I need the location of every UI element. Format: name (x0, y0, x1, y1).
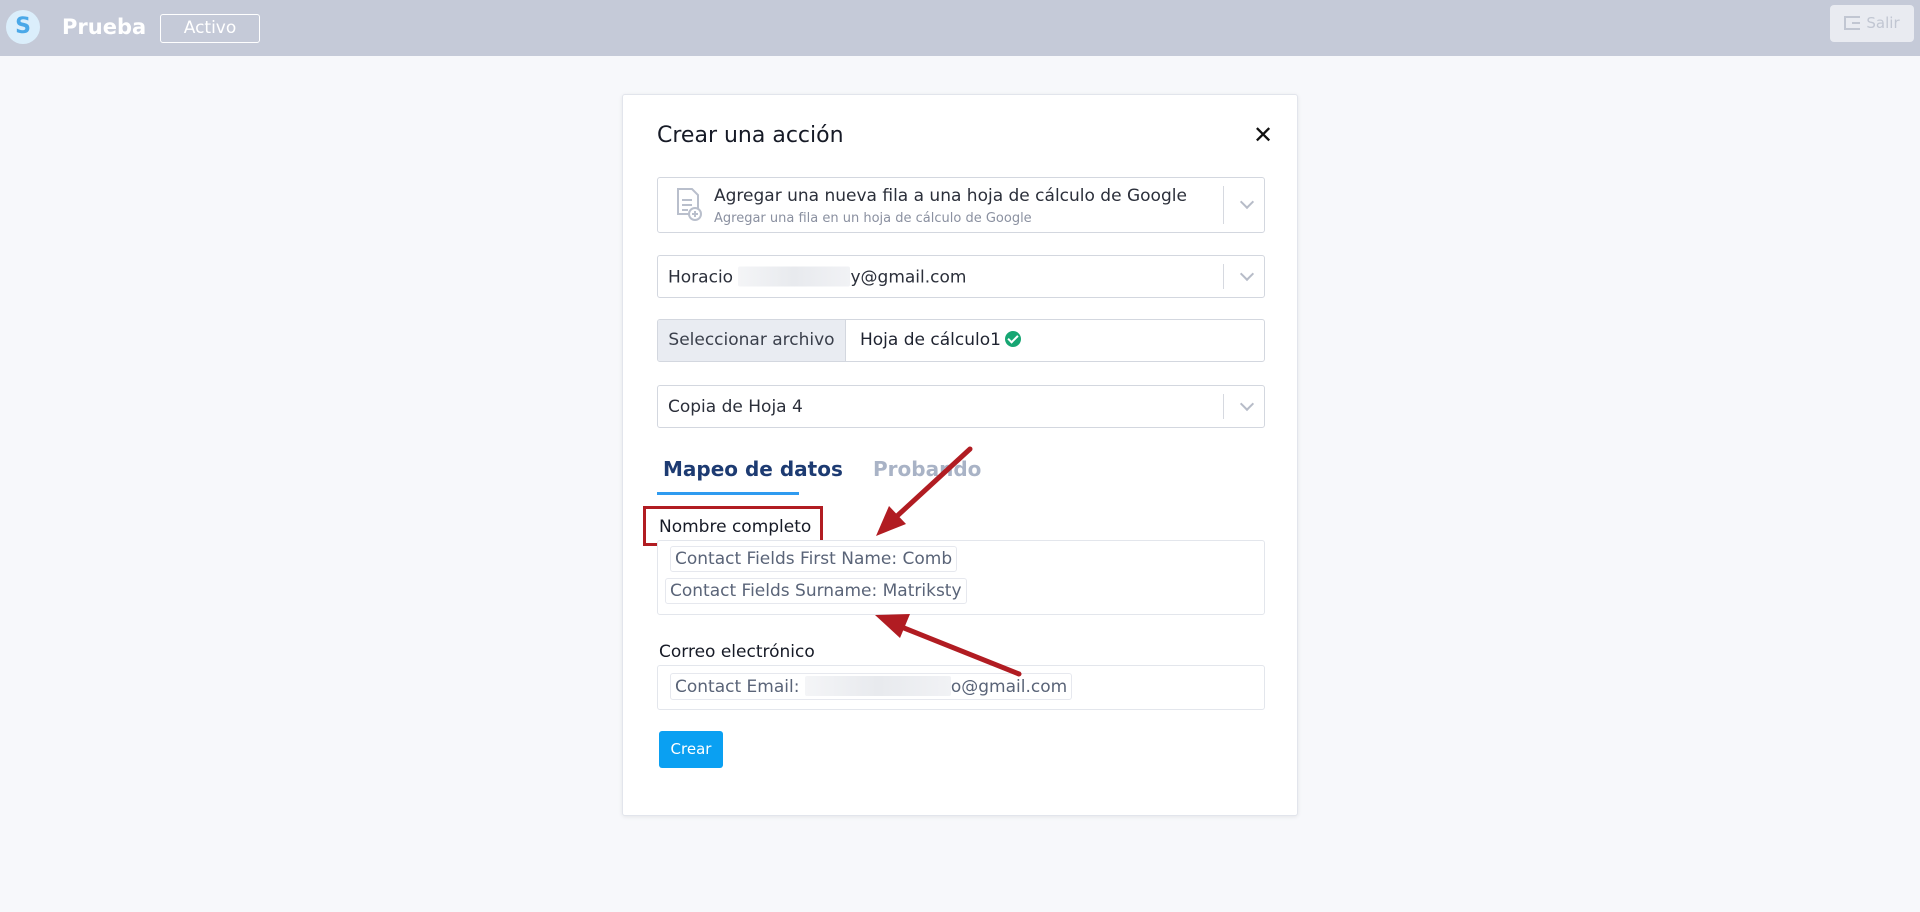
chevron-down-icon[interactable] (1239, 396, 1255, 411)
tab-active-indicator (657, 492, 799, 495)
mapping-chip-surname[interactable]: Contact Fields Surname: Matriksty (665, 578, 967, 604)
action-select-description: Agregar una fila en un hoja de cálculo d… (714, 211, 1032, 226)
modal-title: Crear una acción (657, 123, 844, 148)
mapping-chip-first-name[interactable]: Contact Fields First Name: Comb (670, 546, 958, 572)
create-button[interactable]: Crear (659, 731, 723, 768)
email-chip-suffix: o@gmail.com (950, 677, 1068, 697)
full-name-mapping-field[interactable]: Contact Fields First Name: Comb Contact … (657, 540, 1265, 615)
logout-button[interactable]: Salir (1830, 5, 1914, 42)
chevron-down-icon[interactable] (1239, 266, 1255, 281)
redacted-text (804, 676, 951, 696)
file-picker: Seleccionar archivo Hoja de cálculo1 (657, 319, 1265, 362)
select-file-button[interactable]: Seleccionar archivo (658, 320, 846, 361)
mapping-chip-email[interactable]: Contact Email: o@gmail.com (670, 673, 1073, 700)
tab-data-mapping[interactable]: Mapeo de datos (663, 457, 843, 481)
logout-label: Salir (1866, 14, 1900, 32)
logout-icon (1844, 16, 1861, 30)
logo-icon: S (6, 10, 40, 44)
redacted-text (738, 266, 851, 286)
status-button[interactable]: Activo (160, 14, 260, 43)
chevron-down-icon[interactable] (1239, 194, 1255, 210)
selected-file: Hoja de cálculo1 (860, 320, 1021, 361)
sheet-select[interactable]: Copia de Hoja 4 (657, 385, 1265, 428)
create-action-modal: Crear una acción ✕ Agregar una nueva fil… (622, 94, 1298, 816)
account-select-value: Horacio y@gmail.com (668, 266, 966, 287)
email-chip-prefix: Contact Email: (675, 677, 800, 697)
email-label: Correo electrónico (659, 642, 815, 662)
sheet-select-value: Copia de Hoja 4 (668, 396, 803, 417)
sheet-document-icon (677, 188, 702, 221)
action-select-value: Agregar una nueva fila a una hoja de cál… (714, 186, 1187, 206)
select-divider (1223, 186, 1224, 224)
account-select[interactable]: Horacio y@gmail.com (657, 255, 1265, 298)
account-name: Horacio (668, 267, 734, 287)
selected-file-name: Hoja de cálculo1 (860, 330, 1001, 350)
app-title: Prueba (62, 15, 147, 39)
select-divider (1223, 394, 1224, 419)
top-bar: S Prueba Activo Salir (0, 0, 1920, 56)
close-icon[interactable]: ✕ (1253, 121, 1273, 149)
tab-testing[interactable]: Probando (873, 457, 981, 481)
email-mapping-field[interactable]: Contact Email: o@gmail.com (657, 665, 1265, 710)
select-divider (1223, 264, 1224, 289)
account-email-suffix: y@gmail.com (850, 267, 967, 287)
check-circle-icon (1004, 331, 1021, 347)
action-select[interactable]: Agregar una nueva fila a una hoja de cál… (657, 177, 1265, 233)
